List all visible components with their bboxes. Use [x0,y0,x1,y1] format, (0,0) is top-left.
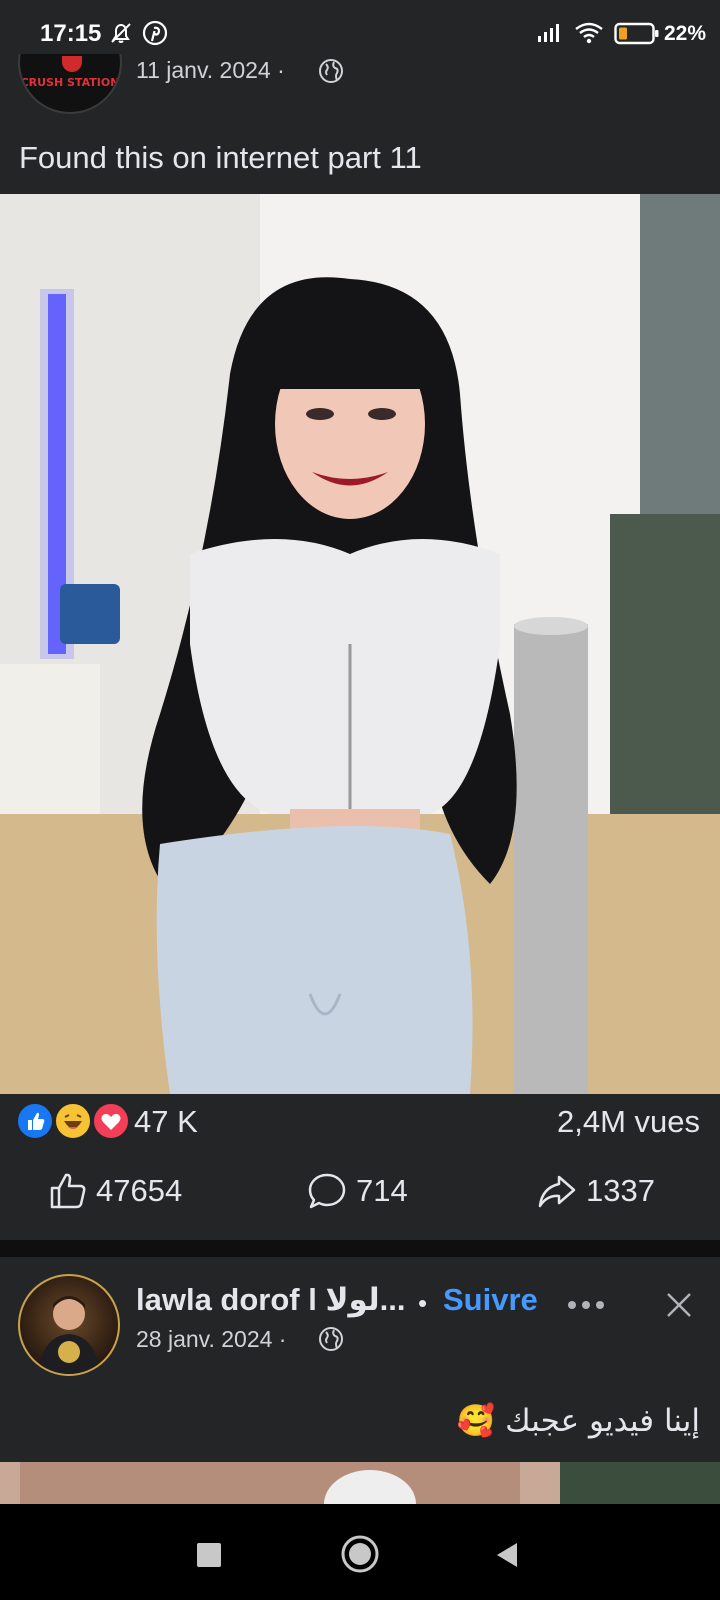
follow-separator: • [418,1288,428,1318]
post-text: إينا فيديو عجبك 🥰 [456,1403,700,1439]
post-date[interactable]: 28 janv. 2024 · [136,1326,286,1353]
status-time: 17:15 [40,20,102,47]
share-count: 1337 [586,1173,655,1208]
globe-icon [319,59,343,83]
back-icon[interactable] [494,1541,520,1569]
comment-icon [308,1173,346,1209]
share-button[interactable]: 1337 [536,1162,655,1220]
signal-icon [538,24,559,42]
author-name[interactable]: lawla dorof l لولا... [136,1282,405,1318]
wifi-icon [575,22,603,44]
close-icon[interactable] [664,1290,694,1320]
post-date[interactable]: 11 janv. 2024 · [136,57,285,84]
status-bar: 17:15 22% [0,0,720,54]
recent-apps-icon[interactable] [196,1542,222,1568]
post-media-preview[interactable] [0,1462,720,1504]
battery-icon [614,22,659,45]
avatar-logo-mark [62,56,82,72]
reaction-count[interactable]: 47 K [134,1104,198,1140]
haha-reaction-icon [54,1102,92,1140]
comment-count: 714 [356,1173,408,1208]
post-video[interactable] [0,194,720,1094]
battery-percent: 22% [664,22,707,45]
globe-icon [319,1327,343,1351]
like-count: 47654 [96,1173,183,1208]
follow-button[interactable]: Suivre [443,1282,538,1318]
post-divider [0,1240,720,1257]
avatar-brand-text: CRUSH STATION [20,76,120,89]
more-options-icon[interactable] [566,1298,606,1312]
post-text: Found this on internet part 11 [19,140,422,175]
video-frame [0,194,720,1094]
share-icon [538,1175,576,1208]
love-reaction-icon [92,1102,130,1140]
author-avatar[interactable] [18,1274,120,1376]
pinterest-icon [142,20,168,46]
comment-button[interactable]: 714 [306,1162,408,1220]
view-count: 2,4M vues [556,1104,700,1139]
bell-off-icon [111,23,131,43]
avatar-image [38,1296,100,1374]
like-reaction-icon [16,1102,54,1140]
system-nav-bar [0,1504,720,1600]
post-actions: 47654 714 1337 [0,1162,720,1222]
thumbs-up-icon [50,1173,86,1209]
media-thumbnail [0,1462,720,1504]
home-icon[interactable] [340,1534,380,1574]
like-button[interactable]: 47654 [48,1162,182,1220]
